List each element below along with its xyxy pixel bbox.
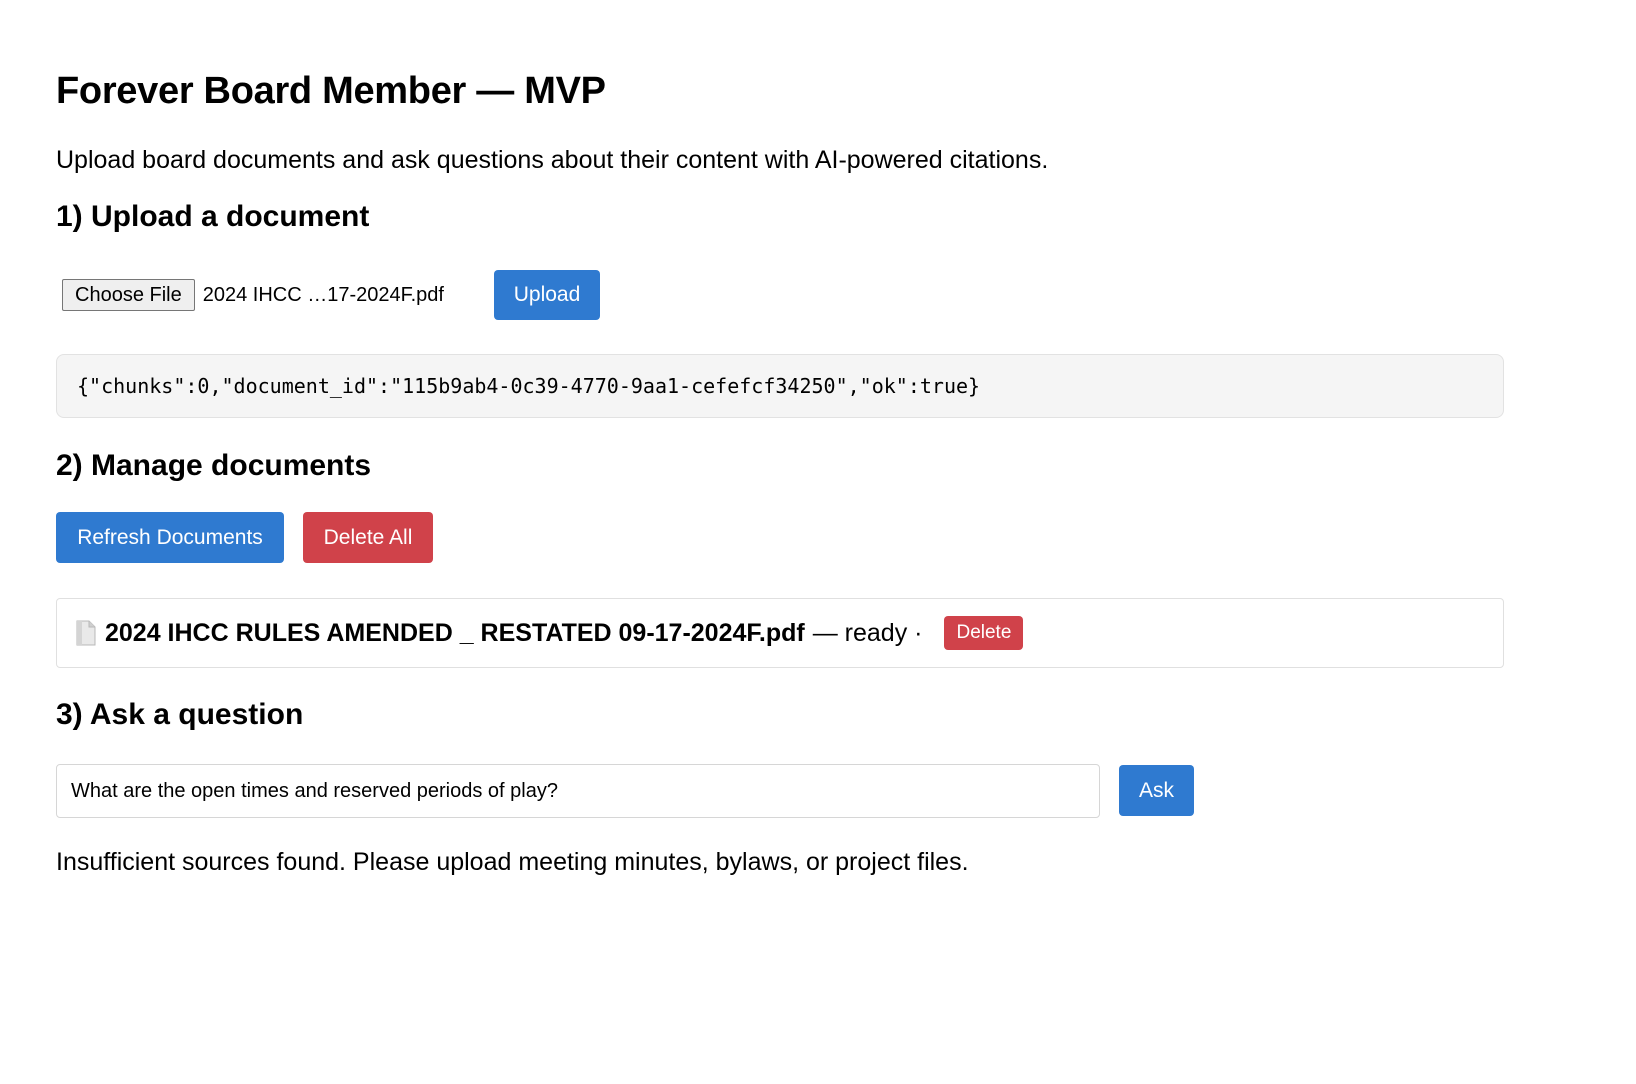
selected-file-name: 2024 IHCC …17-2024F.pdf (202, 283, 444, 306)
document-icon (75, 620, 97, 646)
manage-section-heading: 2) Manage documents (56, 449, 372, 482)
document-status: — ready · (812, 618, 923, 647)
document-name: 2024 IHCC RULES AMENDED _ RESTATED 09-17… (105, 618, 805, 647)
list-item: 2024 IHCC RULES AMENDED _ RESTATED 09-17… (57, 599, 1503, 667)
upload-result: {"chunks":0,"document_id":"115b9ab4-0c39… (56, 354, 1504, 418)
document-list: 2024 IHCC RULES AMENDED _ RESTATED 09-17… (56, 598, 1504, 668)
ask-section-heading: 3) Ask a question (56, 698, 304, 731)
question-input[interactable] (56, 764, 1100, 818)
delete-all-button[interactable]: Delete All (303, 512, 433, 563)
choose-file-button[interactable]: Choose File (62, 279, 195, 311)
file-input[interactable]: Choose File 2024 IHCC …17-2024F.pdf (62, 278, 444, 312)
answer-text: Insufficient sources found. Please uploa… (56, 848, 969, 876)
ask-button[interactable]: Ask (1119, 765, 1194, 816)
upload-section-heading: 1) Upload a document (56, 200, 370, 233)
page-subtitle: Upload board documents and ask questions… (56, 146, 1049, 174)
page-title: Forever Board Member — MVP (56, 70, 606, 112)
refresh-documents-button[interactable]: Refresh Documents (56, 512, 284, 563)
upload-button[interactable]: Upload (494, 270, 600, 320)
delete-document-button[interactable]: Delete (944, 616, 1024, 650)
